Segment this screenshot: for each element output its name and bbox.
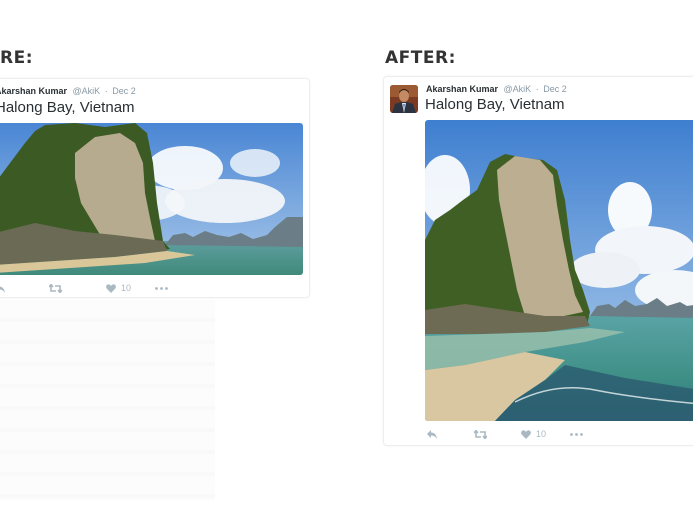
- retweet-icon[interactable]: [49, 283, 62, 293]
- halong-bay-photo: [0, 123, 303, 275]
- more-icon[interactable]: [570, 432, 583, 436]
- heart-icon: [106, 283, 116, 293]
- tweet-text: Halong Bay, Vietnam: [0, 99, 135, 116]
- after-label: AFTER:: [385, 48, 456, 68]
- tweet-date[interactable]: Dec 2: [112, 86, 136, 96]
- author-handle[interactable]: @AkiK: [73, 86, 101, 96]
- like-count: 10: [536, 429, 547, 439]
- like-button[interactable]: 10: [521, 429, 546, 439]
- tweet-actions: 10: [0, 283, 168, 293]
- tweet-header: Akarshan Kumar @AkiK · Dec 2: [426, 84, 567, 94]
- reply-icon[interactable]: [427, 429, 437, 439]
- author-name[interactable]: Akarshan Kumar: [426, 84, 498, 94]
- tweet-photo[interactable]: [425, 120, 693, 421]
- date-separator: ·: [104, 86, 108, 96]
- before-label: RE:: [0, 48, 34, 68]
- author-name[interactable]: Akarshan Kumar: [0, 86, 67, 96]
- tweet-header: Akarshan Kumar @AkiK · Dec 2: [0, 86, 136, 96]
- heart-icon: [521, 429, 531, 439]
- tweet-date[interactable]: Dec 2: [543, 84, 567, 94]
- tweet-actions: 10: [427, 429, 583, 439]
- retweet-icon[interactable]: [474, 429, 487, 439]
- author-avatar[interactable]: [390, 85, 418, 113]
- after-tweet-card[interactable]: Akarshan Kumar @AkiK · Dec 2 Halong Bay,…: [383, 76, 693, 446]
- like-button[interactable]: 10: [106, 283, 131, 293]
- like-count: 10: [121, 283, 132, 293]
- reply-icon[interactable]: [0, 284, 5, 293]
- date-separator: ·: [535, 84, 539, 94]
- faded-background-panel: [0, 300, 215, 500]
- tweet-text: Halong Bay, Vietnam: [425, 96, 565, 113]
- author-handle[interactable]: @AkiK: [504, 84, 532, 94]
- more-icon[interactable]: [155, 286, 168, 290]
- halong-bay-photo: [425, 120, 693, 421]
- tweet-photo[interactable]: [0, 123, 303, 275]
- before-tweet-card[interactable]: Akarshan Kumar @AkiK · Dec 2 Halong Bay,…: [0, 78, 310, 298]
